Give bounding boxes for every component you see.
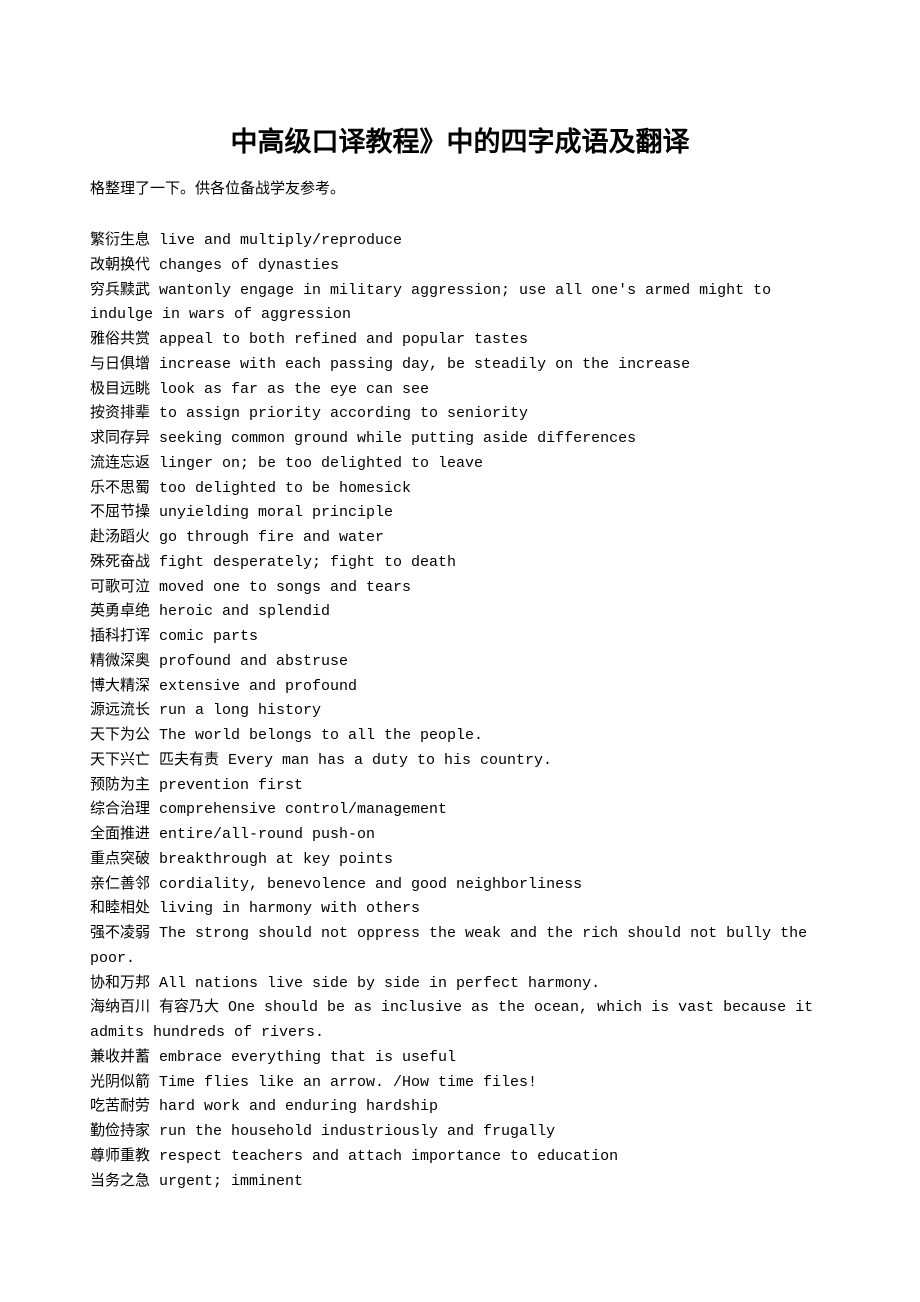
idiom-entry: 海纳百川 有容乃大 One should be as inclusive as … — [90, 996, 830, 1046]
idiom-entry: 全面推进 entire/all-round push-on — [90, 823, 830, 848]
page-title: 中高级口译教程》中的四字成语及翻译 — [90, 120, 830, 159]
idiom-entry: 光阴似箭 Time flies like an arrow. /How time… — [90, 1071, 830, 1096]
idiom-entry: 强不凌弱 The strong should not oppress the w… — [90, 922, 830, 972]
idiom-entry: 亲仁善邻 cordiality, benevolence and good ne… — [90, 873, 830, 898]
idiom-entry: 可歌可泣 moved one to songs and tears — [90, 576, 830, 601]
idiom-entry: 勤俭持家 run the household industriously and… — [90, 1120, 830, 1145]
idiom-entry: 当务之急 urgent; imminent — [90, 1170, 830, 1195]
idiom-entry: 乐不思蜀 too delighted to be homesick — [90, 477, 830, 502]
idiom-entry: 与日俱增 increase with each passing day, be … — [90, 353, 830, 378]
idiom-entry: 改朝换代 changes of dynasties — [90, 254, 830, 279]
idiom-entry: 天下兴亡 匹夫有责 Every man has a duty to his co… — [90, 749, 830, 774]
idiom-entry: 博大精深 extensive and profound — [90, 675, 830, 700]
intro-text: 格整理了一下。供各位备战学友参考。 — [90, 177, 830, 201]
idiom-entry: 和睦相处 living in harmony with others — [90, 897, 830, 922]
idiom-entry: 殊死奋战 fight desperately; fight to death — [90, 551, 830, 576]
idiom-entry: 预防为主 prevention first — [90, 774, 830, 799]
document-page: 中高级口译教程》中的四字成语及翻译 格整理了一下。供各位备战学友参考。 繁衍生息… — [0, 0, 920, 1274]
entries-list: 繁衍生息 live and multiply/reproduce改朝换代 cha… — [90, 229, 830, 1194]
idiom-entry: 不屈节操 unyielding moral principle — [90, 501, 830, 526]
idiom-entry: 精微深奥 profound and abstruse — [90, 650, 830, 675]
idiom-entry: 兼收并蓄 embrace everything that is useful — [90, 1046, 830, 1071]
idiom-entry: 极目远眺 look as far as the eye can see — [90, 378, 830, 403]
idiom-entry: 繁衍生息 live and multiply/reproduce — [90, 229, 830, 254]
idiom-entry: 按资排辈 to assign priority according to sen… — [90, 402, 830, 427]
idiom-entry: 流连忘返 linger on; be too delighted to leav… — [90, 452, 830, 477]
idiom-entry: 综合治理 comprehensive control/management — [90, 798, 830, 823]
idiom-entry: 穷兵黩武 wantonly engage in military aggress… — [90, 279, 830, 329]
idiom-entry: 求同存异 seeking common ground while putting… — [90, 427, 830, 452]
idiom-entry: 吃苦耐劳 hard work and enduring hardship — [90, 1095, 830, 1120]
idiom-entry: 协和万邦 All nations live side by side in pe… — [90, 972, 830, 997]
idiom-entry: 英勇卓绝 heroic and splendid — [90, 600, 830, 625]
idiom-entry: 赴汤蹈火 go through fire and water — [90, 526, 830, 551]
idiom-entry: 天下为公 The world belongs to all the people… — [90, 724, 830, 749]
idiom-entry: 插科打诨 comic parts — [90, 625, 830, 650]
idiom-entry: 雅俗共赏 appeal to both refined and popular … — [90, 328, 830, 353]
idiom-entry: 重点突破 breakthrough at key points — [90, 848, 830, 873]
idiom-entry: 尊师重教 respect teachers and attach importa… — [90, 1145, 830, 1170]
idiom-entry: 源远流长 run a long history — [90, 699, 830, 724]
